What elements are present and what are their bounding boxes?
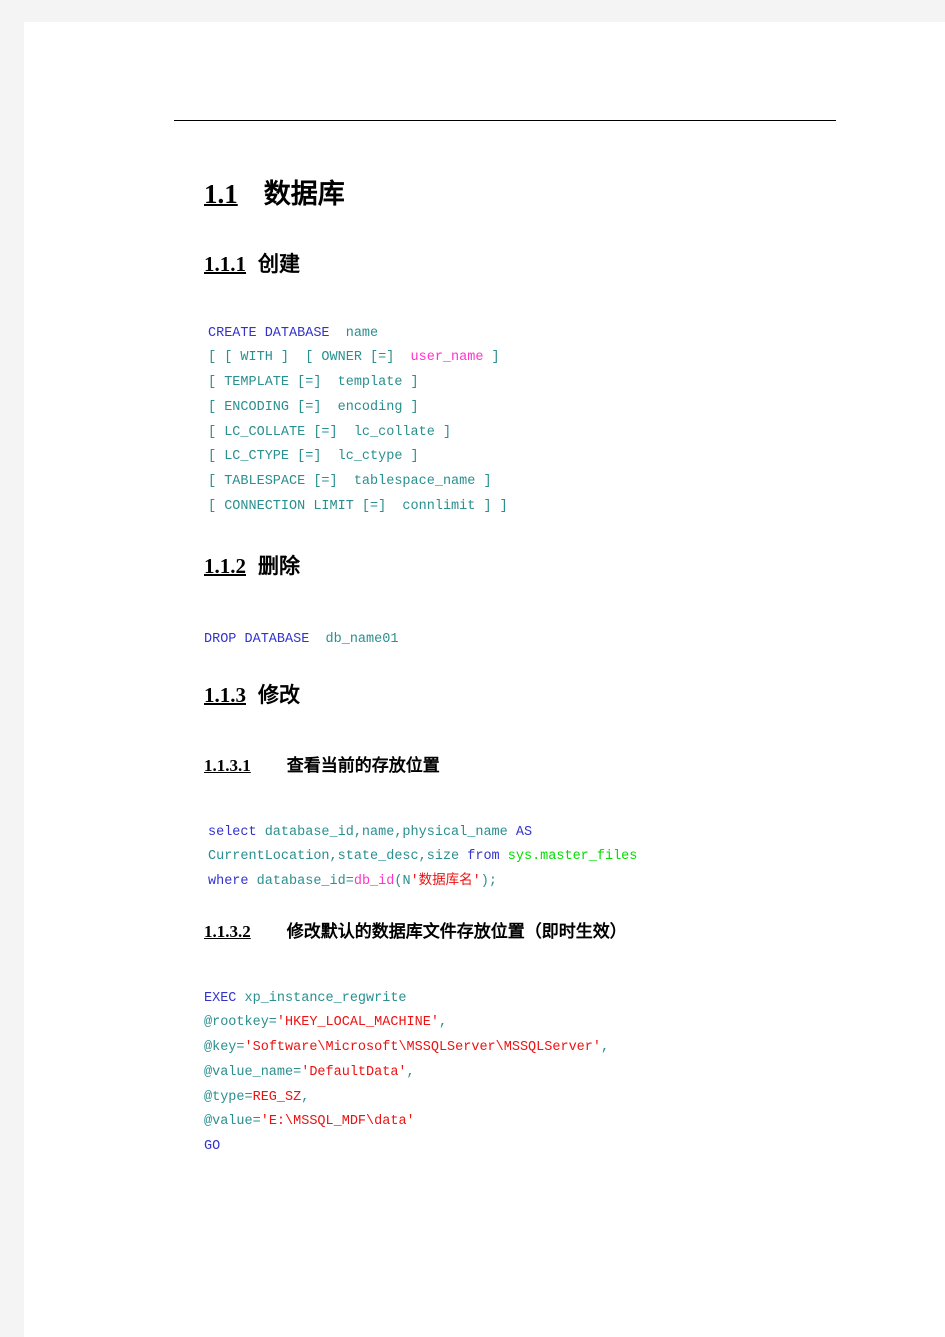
document-page: 1.1 数据库 1.1.1 创建 CREATE DATABASE name [ [ … [24,22,945,1337]
code-token: REG_SZ [252,1089,302,1105]
code-token: GO [204,1139,221,1155]
code-token: @value= [204,1114,261,1130]
code-token: , [406,1064,415,1080]
heading-1-1-2-number: 1.1.2 [204,554,246,578]
code-token: [ LC_COLLATE [=] lc_collate ] [208,424,452,440]
code-token: (N [394,874,411,890]
code-token: [ ENCODING [=] encoding ] [208,399,419,415]
heading-1-1-1: 1.1.1 创建 [204,248,300,278]
code-token: 'Software\Microsoft\MSSQLServer\MSSQLSer… [244,1040,601,1056]
code-block-select-location: select database_id,name,physical_name AS… [208,821,637,895]
code-token: , [301,1089,310,1105]
code-token: [ LC_CTYPE [=] lc_ctype ] [208,449,419,465]
code-token: 'DefaultData' [301,1064,407,1080]
code-token: db_name01 [317,631,399,647]
heading-1-1-3: 1.1.3 修改 [204,679,300,709]
code-token: CurrentLocation,state_desc,size [208,849,468,865]
header-rule [174,120,836,121]
code-token: [ CONNECTION LIMIT [=] connlimit ] ] [208,499,508,515]
code-token: sys.master_files [507,849,638,865]
code-token: @type= [204,1089,253,1105]
code-block-regwrite: EXEC xp_instance_regwrite @rootkey='HKEY… [204,987,609,1161]
code-token: [ [ WITH ] [ OWNER [=] [208,350,403,366]
code-token: EXEC [204,990,237,1006]
heading-1-1-text: 数据库 [263,179,345,209]
code-token: database_id= [248,874,354,890]
heading-1-1-3-1-text: 查看当前的存放位置 [286,756,440,775]
code-token: user_name [402,350,484,366]
code-token: , [600,1040,610,1056]
heading-1-1-3-2-number: 1.1.3.2 [204,922,251,941]
heading-1-1-3-number: 1.1.3 [204,683,246,707]
code-token: select [208,824,257,840]
heading-1-1-1-text: 创建 [258,253,300,276]
heading-1-1: 1.1 数据库 [204,172,345,211]
code-token: 'E:\MSSQL_MDF\data' [260,1114,415,1130]
code-token: 'HKEY_LOCAL_MACHINE' [276,1015,439,1031]
heading-1-1-3-1: 1.1.3.1 查看当前的存放位置 [204,751,440,776]
code-token: [ TABLESPACE [=] tablespace_name ] [208,474,492,490]
code-token: @rootkey= [204,1015,277,1031]
code-token: @key= [204,1040,245,1056]
code-token: , [438,1015,448,1031]
code-block-create-database: CREATE DATABASE name [ [ WITH ] [ OWNER … [208,322,508,520]
heading-1-1-3-2: 1.1.3.2 修改默认的数据库文件存放位置（即时生效） [204,917,627,942]
code-block-drop-database: DROP DATABASE db_name01 [204,628,398,653]
heading-1-1-1-number: 1.1.1 [204,252,246,276]
code-token: [ TEMPLATE [=] template ] [208,375,419,391]
heading-1-1-3-2-text: 修改默认的数据库文件存放位置（即时生效） [286,922,627,941]
code-token: CREATE DATABASE [208,325,338,341]
code-token: DROP DATABASE [204,631,318,647]
code-token: name [337,325,379,341]
code-token: from [467,849,500,865]
heading-1-1-3-text: 修改 [258,684,300,707]
code-token: xp_instance_regwrite [236,990,407,1006]
code-token: '数据库名' [410,874,481,890]
heading-1-1-2: 1.1.2 删除 [204,550,300,580]
code-token: @value_name= [204,1064,302,1080]
heading-1-1-number: 1.1 [204,179,238,209]
code-token: db_id [353,874,395,890]
code-token: AS [515,824,533,840]
code-token: ] [483,350,500,366]
code-token: where [208,874,249,890]
heading-1-1-2-text: 删除 [258,555,300,578]
code-token: database_id,name,physical_name [256,824,516,840]
code-token: ); [480,874,497,890]
heading-1-1-3-1-number: 1.1.3.1 [204,756,251,775]
